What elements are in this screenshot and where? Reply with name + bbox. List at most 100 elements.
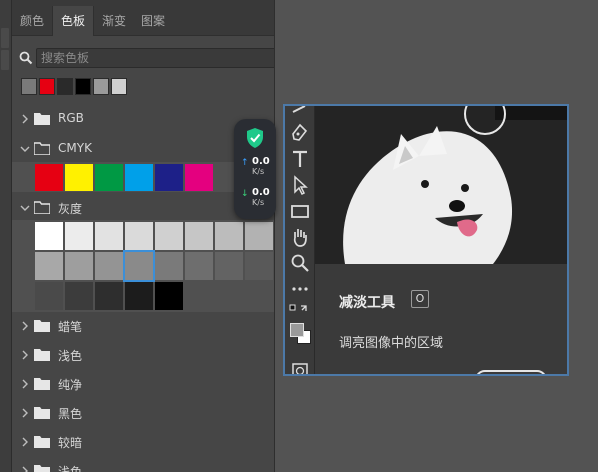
recent-swatch[interactable] (21, 78, 37, 95)
arrow-up-icon: ↑ (241, 158, 249, 168)
zoom-tool-icon[interactable] (289, 252, 311, 274)
gray-swatch[interactable] (35, 282, 63, 310)
chevron-right-icon[interactable] (20, 320, 30, 332)
shield-check-icon (247, 128, 263, 148)
left-edge-strip (0, 0, 12, 472)
tool-description: 调亮图像中的区域 (339, 336, 444, 351)
group-light[interactable]: 浅色 (12, 343, 274, 367)
network-speed-widget[interactable]: ↑ 0.0 K/s ↓ 0.0 K/s (234, 119, 276, 219)
group-crayon[interactable]: 蜡笔 (12, 314, 274, 338)
folder-icon (34, 465, 50, 472)
tab-gradient[interactable]: 渐变 (94, 6, 134, 36)
gray-swatch[interactable] (65, 222, 93, 250)
strip-handle[interactable] (1, 28, 9, 48)
gray-swatch[interactable] (155, 282, 183, 310)
gray-swatch[interactable] (155, 252, 183, 280)
group-label: 灰度 (58, 202, 83, 216)
folder-icon (34, 407, 50, 419)
gray-swatch[interactable] (185, 252, 213, 280)
tool-name: 减淡工具 (339, 295, 395, 311)
gray-swatch[interactable] (215, 222, 243, 250)
gray-swatch[interactable] (185, 222, 213, 250)
hand-tool-icon[interactable] (289, 226, 311, 248)
search-input[interactable] (36, 48, 274, 68)
recent-swatch[interactable] (111, 78, 127, 95)
gray-swatch[interactable] (125, 222, 153, 250)
gray-swatch[interactable] (35, 222, 63, 250)
cmyk-swatch[interactable] (35, 164, 63, 191)
tab-swatches[interactable]: 色板 (52, 6, 94, 36)
chevron-right-icon[interactable] (20, 465, 30, 472)
path-selection-icon[interactable] (289, 174, 311, 196)
upload-value: 0.0 (252, 156, 270, 167)
group-dark[interactable]: 黑色 (12, 401, 274, 425)
type-tool-icon[interactable] (289, 148, 311, 170)
group-label: 较暗 (58, 436, 83, 450)
folder-icon (34, 113, 50, 125)
cmyk-swatch[interactable] (125, 164, 153, 191)
search-icon[interactable] (18, 50, 34, 66)
tool-preview-image (315, 106, 567, 264)
recent-swatch[interactable] (39, 78, 55, 95)
tab-color[interactable]: 颜色 (12, 6, 52, 36)
chevron-down-icon[interactable] (20, 143, 30, 155)
recent-swatch[interactable] (57, 78, 73, 95)
group-darker[interactable]: 较暗 (12, 430, 274, 454)
tab-patterns[interactable]: 图案 (134, 6, 172, 36)
cmyk-swatch[interactable] (185, 164, 213, 191)
rectangle-tool-icon[interactable] (289, 200, 311, 222)
download-value: 0.0 (252, 187, 270, 198)
group-label: 浅色 (58, 465, 83, 472)
chevron-right-icon[interactable] (20, 378, 30, 390)
strip-handle[interactable] (1, 50, 9, 70)
toolbar-strip (285, 106, 315, 374)
gray-swatch[interactable] (155, 222, 183, 250)
gray-swatch[interactable] (245, 222, 273, 250)
swatch-search (18, 48, 274, 68)
gray-swatch[interactable] (125, 282, 153, 310)
group-partial[interactable]: 浅色 (12, 459, 274, 472)
group-label: RGB (58, 111, 84, 125)
chevron-right-icon[interactable] (20, 113, 30, 125)
panel-tabs: 颜色 色板 渐变 图案 (12, 0, 274, 36)
chevron-down-icon[interactable] (20, 202, 30, 214)
recent-swatch[interactable] (93, 78, 109, 95)
gray-swatch[interactable] (35, 252, 63, 280)
cmyk-swatch[interactable] (65, 164, 93, 191)
folder-icon (34, 320, 50, 332)
pen-tool-icon[interactable] (289, 122, 311, 144)
group-pure[interactable]: 纯净 (12, 372, 274, 396)
folder-icon (34, 378, 50, 390)
arrow-down-icon: ↓ (241, 189, 249, 199)
folder-open-icon (34, 142, 50, 155)
gray-swatch[interactable] (65, 252, 93, 280)
gray-swatch[interactable] (245, 252, 273, 280)
group-label: CMYK (58, 141, 92, 155)
cmyk-swatch[interactable] (155, 164, 183, 191)
shortcut-key: O (411, 290, 429, 308)
folder-icon (34, 436, 50, 448)
recent-swatch[interactable] (75, 78, 91, 95)
gray-swatch[interactable] (95, 222, 123, 250)
folder-open-icon (34, 201, 50, 214)
foreground-color-swatch[interactable] (290, 323, 304, 337)
learn-more-button[interactable] (475, 370, 547, 374)
group-label: 黑色 (58, 407, 83, 421)
gray-swatch[interactable] (95, 282, 123, 310)
download-unit: K/s (252, 198, 265, 207)
group-label: 纯净 (58, 378, 83, 392)
chevron-right-icon[interactable] (20, 349, 30, 361)
gray-swatch[interactable] (215, 252, 243, 280)
cmyk-swatch[interactable] (95, 164, 123, 191)
upload-unit: K/s (252, 167, 265, 176)
quick-mask-icon[interactable] (289, 360, 311, 376)
gray-swatch[interactable] (65, 282, 93, 310)
gray-swatch[interactable] (123, 250, 155, 282)
chevron-right-icon[interactable] (20, 407, 30, 419)
chevron-right-icon[interactable] (20, 436, 30, 448)
gray-swatch[interactable] (95, 252, 123, 280)
more-tools-icon[interactable] (289, 278, 311, 300)
brush-tool-icon[interactable] (289, 104, 311, 124)
grayscale-swatches (12, 220, 274, 312)
color-swatches[interactable] (289, 320, 313, 346)
